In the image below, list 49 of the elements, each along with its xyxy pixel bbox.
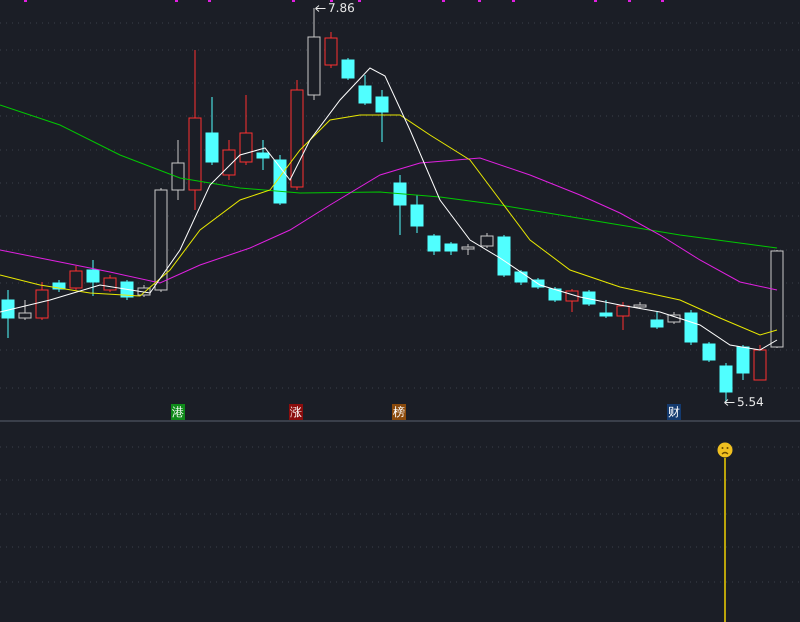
low-price-label: 5.54 bbox=[724, 395, 764, 409]
candlestick bbox=[18, 300, 32, 320]
candlestick bbox=[566, 288, 578, 312]
candlestick bbox=[480, 232, 494, 248]
candlestick bbox=[410, 194, 424, 234]
candlestick bbox=[754, 344, 766, 380]
event-marker: 涨 bbox=[289, 404, 303, 420]
candlestick bbox=[668, 312, 680, 324]
candlestick bbox=[394, 174, 406, 236]
candlestick bbox=[428, 234, 440, 256]
candlestick bbox=[532, 278, 544, 290]
candlestick bbox=[616, 302, 630, 330]
candlestick bbox=[86, 260, 100, 296]
candlestick bbox=[52, 280, 66, 292]
candlestick bbox=[514, 270, 528, 286]
candlestick bbox=[256, 140, 270, 170]
candlestick bbox=[138, 284, 150, 298]
candlestick bbox=[222, 140, 236, 180]
candlestick bbox=[498, 234, 510, 278]
candlestick bbox=[462, 244, 474, 256]
candlestick bbox=[736, 344, 750, 380]
candlestick bbox=[634, 302, 646, 310]
candlestick bbox=[684, 310, 698, 346]
candlestick bbox=[582, 290, 596, 306]
candlestick bbox=[206, 96, 218, 166]
candlestick bbox=[600, 300, 612, 318]
candlestick bbox=[324, 32, 338, 68]
candlestick bbox=[548, 286, 562, 302]
left-arrow-icon bbox=[315, 4, 326, 12]
candlestick bbox=[36, 282, 48, 320]
candlestick bbox=[70, 266, 82, 290]
candlestick bbox=[376, 90, 388, 142]
event-marker: 财 bbox=[667, 404, 681, 420]
candlestick bbox=[650, 312, 664, 330]
candlestick bbox=[358, 74, 372, 106]
candlestick bbox=[342, 58, 354, 80]
candlestick bbox=[720, 362, 732, 402]
candlestick bbox=[2, 290, 14, 338]
candlestick bbox=[172, 140, 184, 200]
candlestick bbox=[702, 342, 716, 362]
event-marker: 榜 bbox=[392, 404, 406, 420]
candlestick bbox=[104, 274, 116, 292]
event-marker: 港 bbox=[171, 404, 185, 420]
high-price-label: 7.86 bbox=[315, 1, 355, 15]
left-arrow-icon bbox=[724, 398, 735, 406]
candlestick bbox=[240, 94, 252, 166]
candlestick bbox=[274, 154, 286, 206]
candlestick bbox=[444, 242, 458, 256]
frown-face-icon bbox=[717, 442, 733, 458]
